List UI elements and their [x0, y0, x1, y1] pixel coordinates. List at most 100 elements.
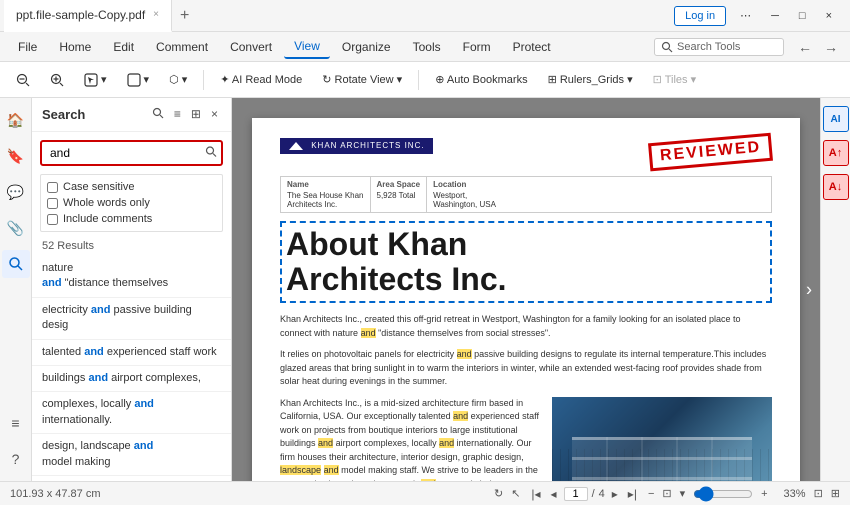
search-mini-icon[interactable]	[149, 106, 167, 123]
status-bar: 101.93 x 47.87 cm ↻ ↖ |◂ ◂ / 4 ▸ ▸| − ⊡ …	[0, 481, 850, 505]
separator-2	[418, 70, 419, 90]
page-input[interactable]	[564, 487, 588, 501]
next-page-button[interactable]: ▸	[609, 487, 621, 501]
menu-tools[interactable]: Tools	[403, 36, 451, 58]
whole-words-checkbox[interactable]	[47, 198, 58, 209]
search-input-wrapper	[40, 140, 223, 166]
sidebar-icon-help[interactable]: ?	[2, 445, 30, 473]
results-list: natureand "distance themselves electrici…	[32, 256, 231, 481]
first-page-button[interactable]: |◂	[528, 487, 543, 501]
maximize-button[interactable]: □	[793, 10, 812, 22]
select-tool-button[interactable]: ▾	[76, 69, 115, 91]
toolbar: ▾ ▾ ⬡ ▾ ✦ AI Read Mode ↻ Rotate View ▾ ⊕…	[0, 62, 850, 98]
minimize-button[interactable]: ─	[765, 10, 785, 22]
search-list-icon[interactable]: ≡	[171, 106, 184, 123]
fit-page-button[interactable]: ⊞	[831, 487, 840, 500]
sidebar-icon-comment[interactable]: 💬	[2, 178, 30, 206]
pdf-col-text: Khan Architects Inc., is a mid-sized arc…	[280, 397, 540, 481]
sidebar-icon-home[interactable]: 🏠	[2, 106, 30, 134]
zoom-out-icon	[16, 73, 30, 87]
menu-convert[interactable]: Convert	[220, 36, 282, 58]
zoom-slider[interactable]	[693, 486, 753, 502]
ai-icon[interactable]: AI	[823, 106, 849, 132]
prev-page-button[interactable]: ◂	[548, 487, 560, 501]
right-panel: AI A↑ A↓	[820, 98, 850, 481]
result-highlight: and	[88, 372, 108, 384]
result-item[interactable]: complexes, locally andinternationally.	[32, 392, 231, 434]
result-highlight: and	[84, 346, 104, 358]
menu-comment[interactable]: Comment	[146, 36, 218, 58]
search-panel-title: Search	[42, 107, 85, 122]
search-input[interactable]	[40, 140, 223, 166]
shape-tool-button[interactable]: ⬡ ▾	[161, 69, 195, 90]
search-close-icon[interactable]: ×	[208, 106, 221, 123]
search-grid-icon[interactable]: ⊞	[188, 106, 204, 123]
close-button[interactable]: ×	[820, 10, 838, 22]
menu-edit[interactable]: Edit	[103, 36, 144, 58]
option-case-sensitive[interactable]: Case sensitive	[47, 179, 216, 195]
rulers-grids-button[interactable]: ⊞ Rulers_Grids ▾	[540, 69, 641, 90]
ai-read-button[interactable]: ✦ AI Read Mode	[212, 69, 310, 90]
pdf-info-table: Name The Sea House KhanArchitects Inc. A…	[280, 176, 772, 213]
result-item[interactable]: landscape andmodel making staff.	[32, 476, 231, 481]
result-highlight: and	[134, 440, 154, 452]
search-go-icon[interactable]	[205, 146, 217, 161]
auto-bookmarks-button[interactable]: ⊕ Auto Bookmarks	[427, 69, 535, 90]
building-svg	[552, 397, 772, 481]
last-page-button[interactable]: ▸|	[625, 487, 640, 501]
cursor-icon: ↖	[511, 487, 520, 500]
sidebar-icon-search[interactable]	[2, 250, 30, 278]
pan-tool-button[interactable]: ▾	[119, 69, 158, 91]
result-item[interactable]: natureand "distance themselves	[32, 256, 231, 298]
menu-nav: ← →	[794, 39, 842, 55]
option-whole-words[interactable]: Whole words only	[47, 195, 216, 211]
logo-bar: KHAN ARCHITECTS INC.	[280, 138, 433, 154]
menu-search-box[interactable]	[654, 38, 784, 56]
zoom-in-status-button[interactable]: +	[761, 488, 767, 500]
menu-search-icon	[661, 41, 673, 53]
pdf-header: KHAN ARCHITECTS INC. REVIEWED	[280, 138, 772, 166]
login-button[interactable]: Log in	[674, 6, 726, 26]
search-small-icon	[152, 107, 164, 119]
zoom-dropdown-button[interactable]: ▾	[680, 487, 686, 500]
info-cell-area: Area Space 5,928 Total	[371, 177, 428, 212]
tab-close-icon[interactable]: ×	[153, 9, 159, 20]
zoom-out-status-button[interactable]: −	[648, 488, 654, 500]
menu-file[interactable]: File	[8, 36, 47, 58]
result-item[interactable]: design, landscape andmodel making	[32, 434, 231, 476]
menu-view[interactable]: View	[284, 35, 330, 59]
result-item[interactable]: talented and experienced staff work	[32, 340, 231, 366]
dimensions-display: 101.93 x 47.87 cm	[10, 488, 101, 500]
menu-protect[interactable]: Protect	[503, 36, 561, 58]
result-item[interactable]: electricity and passive building desig	[32, 298, 231, 340]
content-area: KHAN ARCHITECTS INC. REVIEWED Name The S…	[232, 98, 820, 481]
menu-form[interactable]: Form	[453, 36, 501, 58]
text-up-icon[interactable]: A↑	[823, 140, 849, 166]
menu-organize[interactable]: Organize	[332, 36, 401, 58]
sidebar-icon-layers[interactable]: ≡	[2, 409, 30, 437]
scroll-right-button[interactable]: ›	[806, 279, 812, 300]
menu-home[interactable]: Home	[49, 36, 101, 58]
add-tab-button[interactable]: +	[172, 7, 197, 25]
zoom-fit-button[interactable]: ⊡	[662, 487, 671, 500]
rotate-button[interactable]: ↻ Rotate View ▾	[314, 69, 410, 90]
sidebar-icon-attachment[interactable]: 📎	[2, 214, 30, 242]
more-options-button[interactable]: ⋯	[734, 9, 757, 22]
nav-forward-button[interactable]: →	[820, 39, 842, 55]
sidebar-icon-bookmark[interactable]: 🔖	[2, 142, 30, 170]
tab-bar: ppt.file-sample-Copy.pdf × +	[4, 0, 674, 32]
case-sensitive-checkbox[interactable]	[47, 182, 58, 193]
zoom-out-button[interactable]	[8, 69, 38, 91]
nav-back-button[interactable]: ←	[794, 39, 816, 55]
option-include-comments[interactable]: Include comments	[47, 211, 216, 227]
search-execute-icon	[205, 146, 217, 158]
menu-search-input[interactable]	[677, 41, 777, 53]
tiles-button[interactable]: ⊡ Tiles ▾	[645, 69, 704, 90]
rotate-status-icon[interactable]: ↻	[494, 487, 503, 500]
active-tab[interactable]: ppt.file-sample-Copy.pdf ×	[4, 0, 172, 32]
result-item[interactable]: buildings and airport complexes,	[32, 366, 231, 392]
fullscreen-button[interactable]: ⊡	[814, 487, 823, 500]
include-comments-checkbox[interactable]	[47, 214, 58, 225]
text-down-icon[interactable]: A↓	[823, 174, 849, 200]
zoom-in-button[interactable]	[42, 69, 72, 91]
